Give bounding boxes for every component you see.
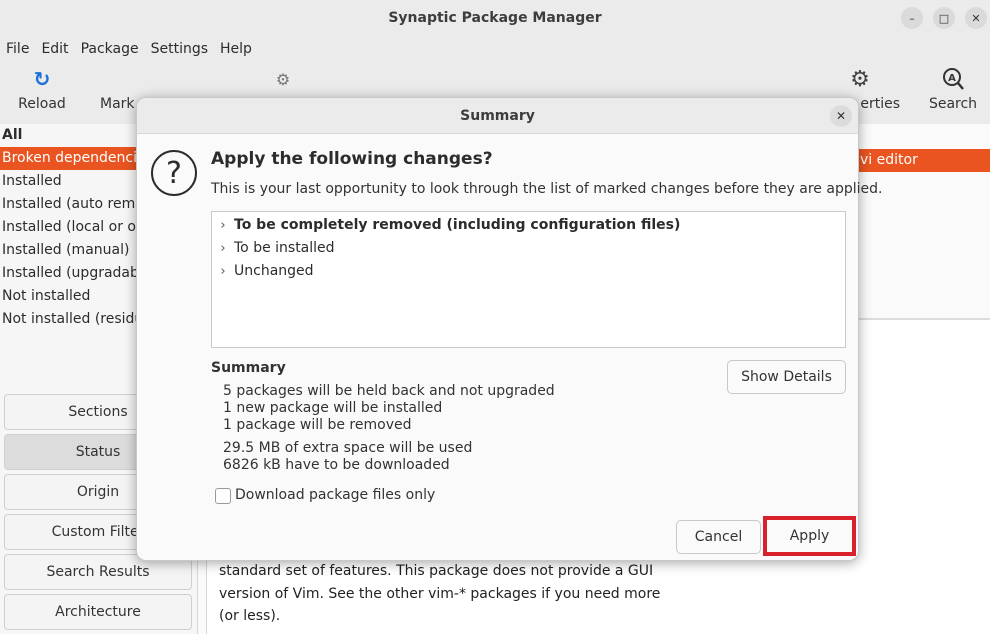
architecture-button[interactable]: Architecture xyxy=(4,594,192,630)
svg-text:A: A xyxy=(948,73,956,84)
menu-bar: File Edit Package Settings Help xyxy=(0,36,990,62)
dialog-close-button[interactable]: ✕ xyxy=(830,105,852,127)
menu-edit[interactable]: Edit xyxy=(35,41,74,57)
mark-label: Mark xyxy=(100,96,135,112)
reload-icon: ↻ xyxy=(33,67,51,91)
menu-package[interactable]: Package xyxy=(75,41,145,57)
cancel-button[interactable]: Cancel xyxy=(676,520,761,554)
tree-row-removed[interactable]: › To be completely removed (including co… xyxy=(212,214,845,237)
chevron-right-icon[interactable]: › xyxy=(212,260,234,283)
tree-row-unchanged[interactable]: › Unchanged xyxy=(212,260,845,283)
selected-package-row[interactable]: vi editor xyxy=(850,149,990,172)
apply-button[interactable]: Apply xyxy=(763,516,856,556)
summary-line: 1 package will be removed xyxy=(223,417,412,433)
question-icon: ? xyxy=(151,150,197,196)
menu-file[interactable]: File xyxy=(0,41,35,57)
package-description: standard set of features. This package d… xyxy=(219,563,661,624)
chevron-right-icon[interactable]: › xyxy=(212,214,234,237)
menu-help[interactable]: Help xyxy=(214,41,258,57)
changes-tree: › To be completely removed (including co… xyxy=(211,211,846,348)
summary-dialog: Summary ✕ ? Apply the following changes?… xyxy=(136,97,882,561)
tree-row-label: Unchanged xyxy=(234,263,314,279)
tree-row-label: To be installed xyxy=(234,240,335,256)
window-title: Synaptic Package Manager xyxy=(388,10,602,26)
search-button[interactable]: A Search xyxy=(926,62,980,124)
gears-icon: ⚙ xyxy=(275,69,291,89)
search-icon: A xyxy=(943,68,964,90)
reload-button[interactable]: ↻ Reload xyxy=(14,62,70,124)
summary-heading: Summary xyxy=(211,360,286,376)
chevron-right-icon[interactable]: › xyxy=(212,237,234,260)
search-label: Search xyxy=(928,96,978,112)
summary-line: 6826 kB have to be downloaded xyxy=(223,457,450,473)
menu-settings[interactable]: Settings xyxy=(145,41,214,57)
download-only-label[interactable]: Download package files only xyxy=(235,487,435,503)
download-only-checkbox[interactable] xyxy=(215,488,231,504)
minimize-button[interactable]: – xyxy=(901,7,923,29)
tree-row-label: To be completely removed (including conf… xyxy=(234,217,681,233)
summary-line: 29.5 MB of extra space will be used xyxy=(223,440,473,456)
show-details-button[interactable]: Show Details xyxy=(727,360,846,394)
dialog-subtext: This is your last opportunity to look th… xyxy=(211,181,883,197)
dialog-heading: Apply the following changes? xyxy=(211,149,493,169)
title-bar: Synaptic Package Manager – □ ✕ xyxy=(0,0,990,36)
dialog-title: Summary xyxy=(137,98,858,134)
maximize-button[interactable]: □ xyxy=(933,7,955,29)
close-button[interactable]: ✕ xyxy=(965,7,987,29)
properties-gear-icon: ⚙ xyxy=(850,66,870,92)
summary-line: 5 packages will be held back and not upg… xyxy=(223,383,555,399)
properties-label: erties xyxy=(860,96,900,112)
close-icon: ✕ xyxy=(835,109,847,123)
tree-row-installed[interactable]: › To be installed xyxy=(212,237,845,260)
summary-line: 1 new package will be installed xyxy=(223,400,443,416)
reload-label: Reload xyxy=(18,96,66,112)
